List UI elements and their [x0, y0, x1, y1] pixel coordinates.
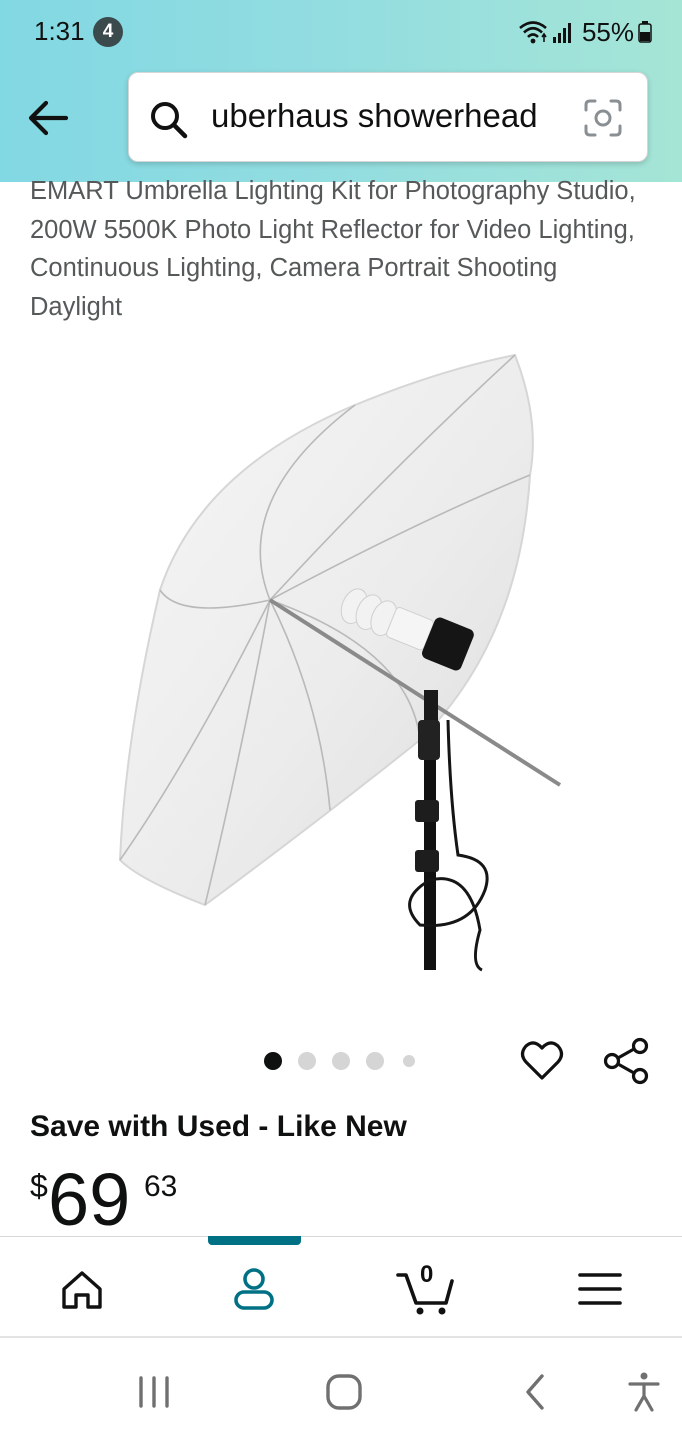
carousel-dot-3[interactable] — [332, 1052, 350, 1070]
image-carousel-dots[interactable] — [262, 1051, 422, 1071]
cart-count: 0 — [420, 1261, 434, 1288]
wifi-icon — [519, 21, 547, 44]
search-icon — [151, 102, 188, 139]
nav-cart[interactable]: 0 — [394, 1259, 464, 1319]
back-arrow-icon — [28, 100, 69, 136]
carousel-dot-5[interactable] — [403, 1055, 415, 1067]
battery-icon — [638, 21, 652, 43]
share-icon — [603, 1037, 649, 1085]
menu-icon — [578, 1273, 622, 1305]
recent-apps-icon — [139, 1376, 169, 1408]
battery-percent: 55% — [581, 16, 634, 47]
camera-search-icon[interactable] — [583, 98, 623, 138]
price-currency: $ — [30, 1168, 48, 1204]
price-whole: 69 — [48, 1158, 131, 1241]
share-button[interactable] — [602, 1036, 652, 1086]
chevron-left-icon — [526, 1374, 544, 1410]
system-nav-bar — [0, 1340, 682, 1440]
search-input[interactable]: uberhaus showerhead — [211, 97, 538, 135]
nav-menu[interactable] — [570, 1259, 630, 1319]
home-button[interactable] — [320, 1370, 368, 1414]
signal-icon — [552, 23, 571, 43]
heart-icon — [520, 1041, 564, 1080]
search-bar[interactable]: uberhaus showerhead — [128, 72, 648, 162]
active-tab-indicator — [208, 1236, 301, 1245]
home-icon — [62, 1271, 102, 1309]
home-square-icon — [326, 1374, 362, 1410]
nav-account[interactable] — [224, 1259, 284, 1319]
notification-count-badge: 4 — [93, 17, 123, 47]
product-title[interactable]: EMART Umbrella Lighting Kit for Photogra… — [30, 172, 650, 326]
add-to-list-button[interactable] — [518, 1036, 566, 1084]
accessibility-icon — [628, 1372, 660, 1412]
carousel-dot-1[interactable] — [264, 1052, 282, 1070]
product-image[interactable] — [0, 340, 682, 980]
carousel-dot-4[interactable] — [366, 1052, 384, 1070]
status-time: 1:31 — [34, 16, 85, 46]
price-fraction: 63 — [144, 1170, 178, 1203]
back-button[interactable] — [20, 94, 74, 142]
save-with-used-label[interactable]: Save with Used - Like New — [30, 1110, 407, 1144]
status-icons: 55% — [518, 16, 652, 48]
carousel-dot-2[interactable] — [298, 1052, 316, 1070]
accessibility-button[interactable] — [620, 1370, 668, 1414]
status-bar: 1:31 4 55% — [0, 0, 682, 64]
umbrella-light-image — [118, 353, 562, 972]
bottom-nav: 0 — [0, 1236, 682, 1338]
recent-apps-button[interactable] — [130, 1370, 178, 1414]
app-header: 1:31 4 55% uberhaus showerhead — [0, 0, 682, 182]
system-back-button[interactable] — [512, 1370, 560, 1414]
account-icon — [234, 1268, 274, 1310]
nav-home[interactable] — [52, 1259, 112, 1319]
